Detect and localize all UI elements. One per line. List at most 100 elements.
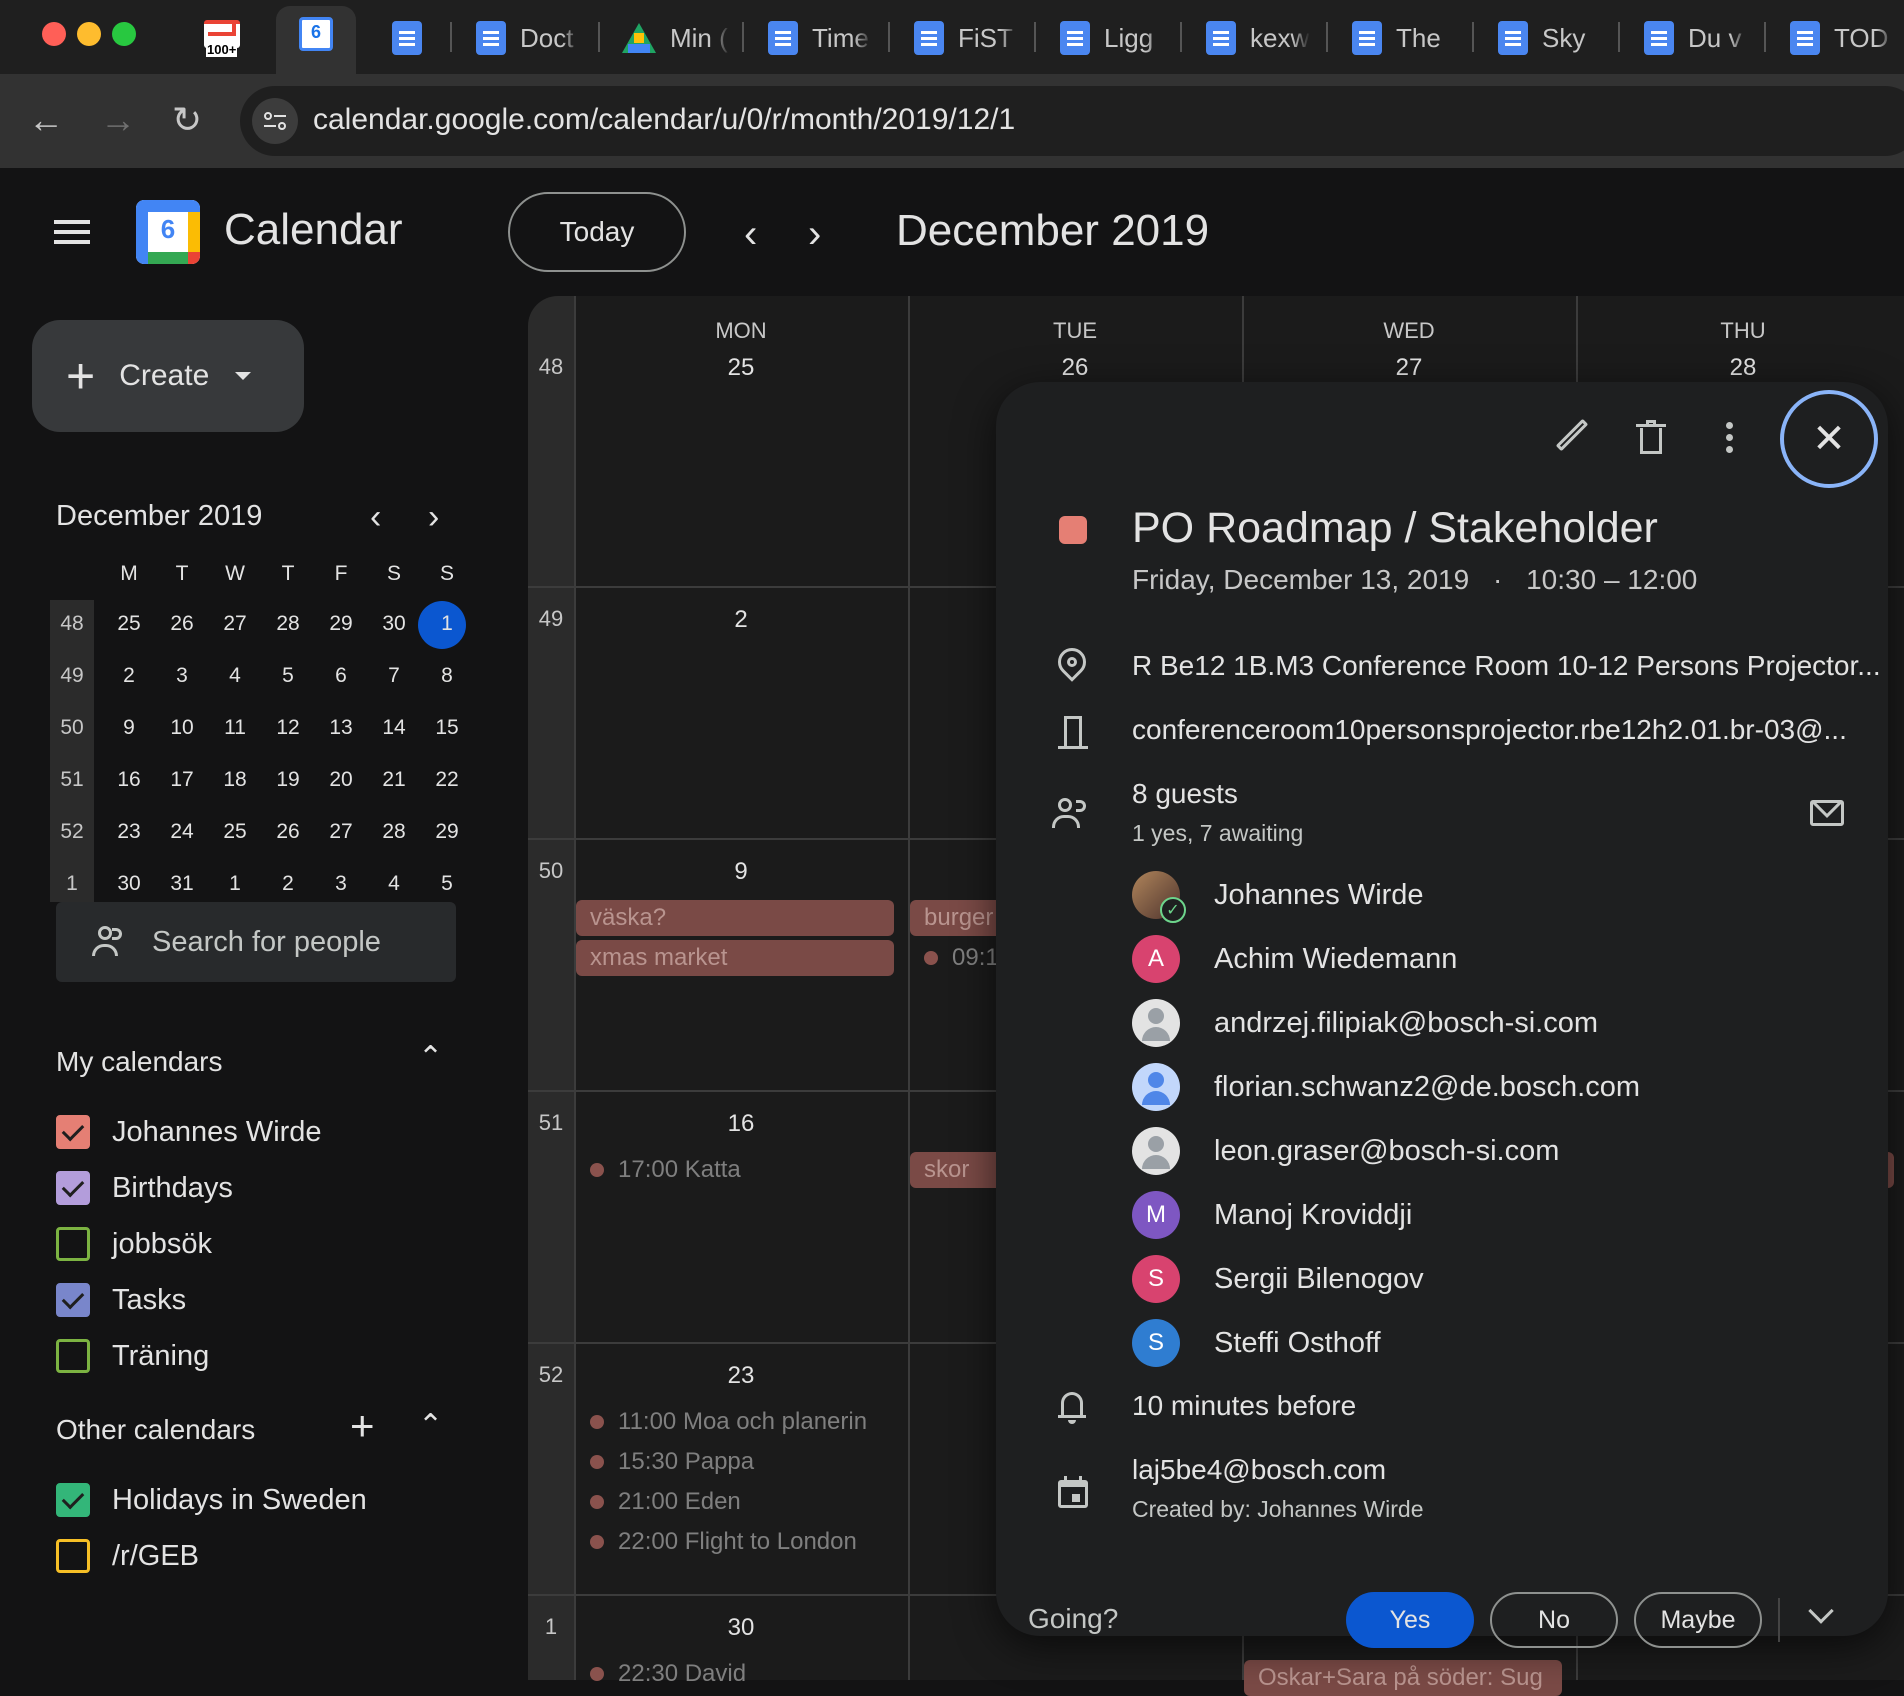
gmail-tab[interactable]: 100+ [204,16,240,57]
mini-week-number[interactable]: 50 [52,716,92,740]
guest-item[interactable]: andrzej.filipiak@bosch-si.com [1132,999,1598,1047]
forward-arrow-icon[interactable]: → [100,100,136,140]
checkbox-unchecked-icon[interactable] [56,1539,90,1573]
day-number[interactable]: 26 [1035,354,1115,382]
mini-day[interactable]: 23 [109,820,149,844]
mini-week-number[interactable]: 1 [52,872,92,896]
event-chip[interactable]: väska? [576,900,894,936]
collapse-my-calendars-icon[interactable]: ⌃ [418,1040,443,1075]
event-chip[interactable]: burger [910,900,1010,936]
mini-day[interactable]: 29 [427,820,467,844]
mini-day[interactable]: 4 [374,872,414,896]
tab-docs-9[interactable]: Du v [1644,10,1748,66]
rsvp-yes-button[interactable]: Yes [1346,1592,1474,1648]
week-number[interactable]: 51 [530,1110,572,1136]
guest-item[interactable]: ✓ Johannes Wirde [1132,871,1424,923]
mini-day[interactable]: 3 [162,664,202,688]
checkbox-checked-icon[interactable] [56,1283,90,1317]
mini-day[interactable]: 6 [321,664,361,688]
mini-day[interactable]: 27 [215,612,255,636]
site-settings-icon[interactable] [252,98,298,144]
rsvp-no-button[interactable]: No [1490,1592,1618,1648]
guest-item[interactable]: S Sergii Bilenogov [1132,1255,1424,1303]
guest-item[interactable]: A Achim Wiedemann [1132,935,1457,983]
day-number[interactable]: 2 [701,606,781,634]
mini-day[interactable]: 28 [268,612,308,636]
calendar-item[interactable]: /r/GEB [56,1539,199,1573]
tab-docs-5[interactable]: Ligg [1060,10,1164,66]
add-calendar-icon[interactable]: + [350,1402,375,1450]
main-menu-icon[interactable] [48,212,96,252]
mini-day[interactable]: 1 [215,872,255,896]
mini-day[interactable]: 31 [162,872,202,896]
event-chip[interactable]: Oskar+Sara på söder: Sug [1244,1660,1562,1696]
mini-day[interactable]: 25 [109,612,149,636]
room-email[interactable]: conferenceroom10personsprojector.rbe12h2… [1132,714,1847,746]
checkbox-checked-icon[interactable] [56,1483,90,1517]
checkbox-unchecked-icon[interactable] [56,1227,90,1261]
mini-day[interactable]: 8 [427,664,467,688]
mini-day[interactable]: 7 [374,664,414,688]
mini-day[interactable]: 24 [162,820,202,844]
day-number[interactable]: 28 [1703,354,1783,382]
mini-week-number[interactable]: 52 [52,820,92,844]
mini-day[interactable]: 2 [268,872,308,896]
back-arrow-icon[interactable]: ← [28,100,64,140]
tab-docs-4[interactable]: FiST [914,10,1018,66]
mini-day[interactable]: 9 [109,716,149,740]
calendar-item[interactable]: Träning [56,1339,209,1373]
mini-day[interactable]: 17 [162,768,202,792]
mini-week-number[interactable]: 48 [52,612,92,636]
rsvp-maybe-button[interactable]: Maybe [1634,1592,1762,1648]
my-calendars-title[interactable]: My calendars [56,1046,223,1078]
checkbox-checked-icon[interactable] [56,1171,90,1205]
event-item[interactable]: 22:30 David [590,1660,746,1688]
window-minimize-button[interactable] [77,22,101,46]
tab-docs-8[interactable]: Sky [1498,10,1602,66]
event-item[interactable]: 17:00 Katta [590,1156,741,1184]
tab-drive[interactable]: Min ( [622,10,730,66]
calendar-item[interactable]: Birthdays [56,1171,233,1205]
week-number[interactable]: 1 [530,1614,572,1640]
event-item[interactable]: 22:00 Flight to London [590,1528,857,1556]
mini-day[interactable]: 4 [215,664,255,688]
mini-day[interactable]: 26 [268,820,308,844]
event-item[interactable]: 21:00 Eden [590,1488,741,1516]
day-number[interactable]: 9 [701,858,781,886]
mini-day[interactable]: 5 [427,872,467,896]
mini-day[interactable]: 30 [374,612,414,636]
tab-docs-6[interactable]: kexw [1206,10,1310,66]
window-maximize-button[interactable] [112,22,136,46]
mini-day[interactable]: 27 [321,820,361,844]
mini-prev-icon[interactable]: ‹ [370,498,381,537]
week-number[interactable]: 49 [530,606,572,632]
prev-month-icon[interactable]: ‹ [744,212,757,257]
calendar-item[interactable]: Holidays in Sweden [56,1483,367,1517]
mini-day[interactable]: 19 [268,768,308,792]
tab-docs-2[interactable]: Doct [476,10,580,66]
tab-docs-1[interactable] [392,10,436,66]
guest-item[interactable]: M Manoj Kroviddji [1132,1191,1412,1239]
day-number[interactable]: 27 [1369,354,1449,382]
event-item[interactable]: 09:1 [924,944,999,972]
delete-trash-icon[interactable] [1636,420,1666,454]
week-number[interactable]: 50 [530,858,572,884]
mini-day[interactable]: 16 [109,768,149,792]
reload-icon[interactable]: ↻ [172,100,202,140]
other-calendars-title[interactable]: Other calendars [56,1414,255,1446]
mini-day[interactable]: 15 [427,716,467,740]
mini-day[interactable]: 11 [215,716,255,740]
checkbox-unchecked-icon[interactable] [56,1339,90,1373]
window-close-button[interactable] [42,22,66,46]
mini-day[interactable]: 12 [268,716,308,740]
mini-week-number[interactable]: 51 [52,768,92,792]
tab-docs-10[interactable]: TOD [1790,10,1904,66]
mini-day[interactable]: 22 [427,768,467,792]
week-number[interactable]: 48 [530,354,572,380]
email-guests-icon[interactable] [1810,800,1844,826]
more-options-icon[interactable] [1726,420,1734,454]
checkbox-checked-icon[interactable] [56,1115,90,1149]
mini-day[interactable]: 3 [321,872,361,896]
guest-item[interactable]: florian.schwanz2@de.bosch.com [1132,1063,1640,1111]
mini-week-number[interactable]: 49 [52,664,92,688]
